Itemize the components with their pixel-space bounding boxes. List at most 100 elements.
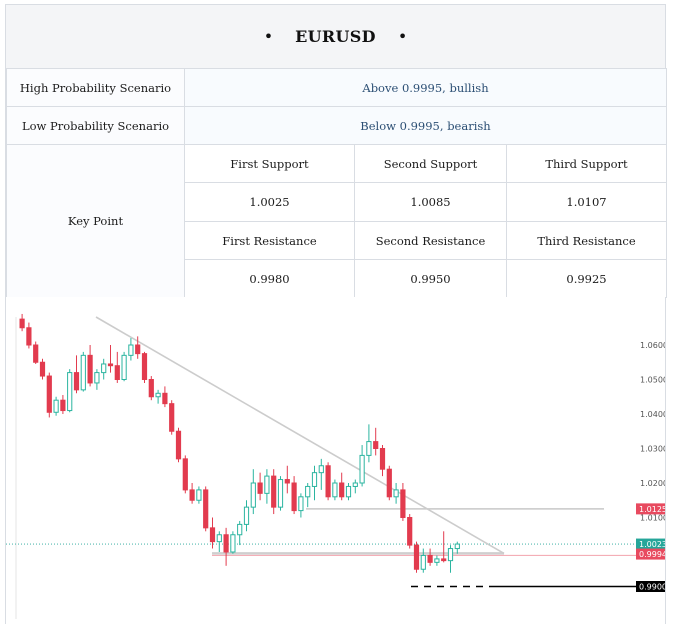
candle-body — [209, 527, 216, 543]
candle-body — [345, 485, 352, 498]
analysis-panel: • EURUSD • High Probability Scenario Abo… — [5, 4, 668, 624]
price-chart-panel: 1.0600 1.0500 1.0400 1.0300 1.0200 1.01001.01… — [6, 297, 668, 624]
candle-body — [447, 548, 454, 562]
y-axis-tick-label: 1.0300 — [640, 445, 665, 454]
candle-body — [169, 403, 175, 432]
candle-body — [107, 363, 114, 367]
candle-body — [196, 489, 202, 501]
candle-body — [182, 458, 188, 491]
candle-body — [189, 489, 195, 501]
candle-body — [305, 485, 311, 498]
low-scenario-label: Low Probability Scenario — [6, 106, 185, 145]
candle-body — [393, 489, 399, 498]
support-header: First Support — [184, 144, 355, 183]
support-value: 1.0085 — [354, 182, 507, 222]
candle-body — [434, 558, 440, 563]
candle-body — [400, 489, 406, 518]
candle-body — [379, 448, 386, 470]
candle-body — [277, 479, 284, 508]
candle-body — [420, 554, 426, 570]
candle-body — [291, 482, 297, 512]
price-tag-label: 0.9994 — [639, 550, 665, 559]
candle-body — [257, 482, 263, 494]
candle-body — [73, 372, 80, 391]
resistance-value: 0.9950 — [354, 259, 507, 298]
candle-body — [60, 399, 66, 412]
candle-body — [237, 523, 243, 536]
candle-body — [148, 379, 154, 398]
candle-body — [19, 318, 25, 329]
candle-body — [271, 475, 277, 508]
candle-body — [427, 554, 433, 563]
support-header: Second Support — [354, 144, 507, 183]
candle-body — [67, 372, 73, 412]
candle-body — [373, 441, 379, 450]
candle-body — [33, 344, 39, 363]
candle-body — [162, 392, 168, 405]
bullet-icon: • — [263, 27, 274, 46]
candle-body — [87, 354, 93, 384]
candle-body — [26, 327, 32, 346]
candle-body — [332, 482, 338, 498]
support-value: 1.0107 — [506, 182, 667, 222]
support-header: Third Support — [506, 144, 667, 183]
bullet-icon: • — [397, 27, 408, 46]
candle-body — [339, 482, 345, 498]
candle-body — [39, 361, 46, 377]
candle-body — [325, 465, 331, 498]
candle-body — [114, 365, 120, 380]
candle-body — [216, 534, 222, 543]
price-tag-label: 1.0125 — [639, 505, 665, 514]
candle-body — [264, 475, 270, 494]
title-bar: • EURUSD • — [6, 5, 665, 69]
candle-body — [298, 496, 304, 512]
candle-body — [441, 558, 447, 562]
y-axis-tick-label: 1.0100 — [640, 514, 665, 523]
resistance-header: First Resistance — [184, 221, 355, 260]
key-point-label: Key Point — [6, 144, 185, 298]
candle-body — [53, 399, 59, 413]
candle-body — [352, 482, 358, 487]
resistance-header: Third Resistance — [506, 221, 667, 260]
candle-body — [135, 344, 141, 355]
candle-body — [230, 534, 236, 553]
candle-body — [223, 534, 229, 553]
candle-body — [141, 353, 148, 380]
candle-body — [284, 479, 290, 484]
support-value: 1.0025 — [184, 182, 355, 222]
candle-body — [46, 375, 52, 413]
candle-body — [250, 482, 256, 508]
candle-body — [318, 465, 324, 474]
y-axis-tick-label: 1.0600 — [640, 341, 665, 350]
resistance-value: 0.9925 — [506, 259, 667, 298]
candle-body — [155, 392, 161, 398]
candle-body — [101, 363, 107, 374]
price-tag-label: 0.9900 — [639, 583, 665, 592]
table-row: Low Probability Scenario Below 0.9995, b… — [6, 106, 667, 145]
resistance-header: Second Resistance — [354, 221, 507, 260]
candle-body — [94, 372, 100, 384]
candle-body — [243, 506, 250, 525]
y-axis-tick-label: 1.0400 — [640, 410, 665, 419]
candle-body — [80, 354, 86, 391]
candle-body — [366, 441, 372, 456]
candle-body — [128, 344, 134, 356]
candle-body — [407, 517, 413, 546]
y-axis-tick-label: 1.0200 — [640, 479, 665, 488]
candle-body — [386, 468, 392, 498]
candle-body — [203, 489, 209, 529]
candle-body — [413, 544, 420, 570]
candlestick-chart: 1.0600 1.0500 1.0400 1.0300 1.0200 1.01001.01… — [6, 313, 668, 619]
scenario-table: High Probability Scenario Above 0.9995, … — [6, 68, 667, 298]
candle-body — [454, 543, 460, 550]
high-scenario-label: High Probability Scenario — [6, 68, 185, 107]
table-row: High Probability Scenario Above 0.9995, … — [6, 68, 667, 107]
candle-body — [175, 430, 182, 460]
resistance-value: 0.9980 — [184, 259, 355, 298]
candle-body — [311, 472, 318, 487]
low-scenario-value: Below 0.9995, bearish — [184, 106, 667, 145]
pair-title: EURUSD — [295, 27, 376, 46]
price-tag-label: 1.0023 — [639, 540, 665, 549]
candle-body — [359, 454, 365, 484]
candle-body — [121, 354, 127, 380]
